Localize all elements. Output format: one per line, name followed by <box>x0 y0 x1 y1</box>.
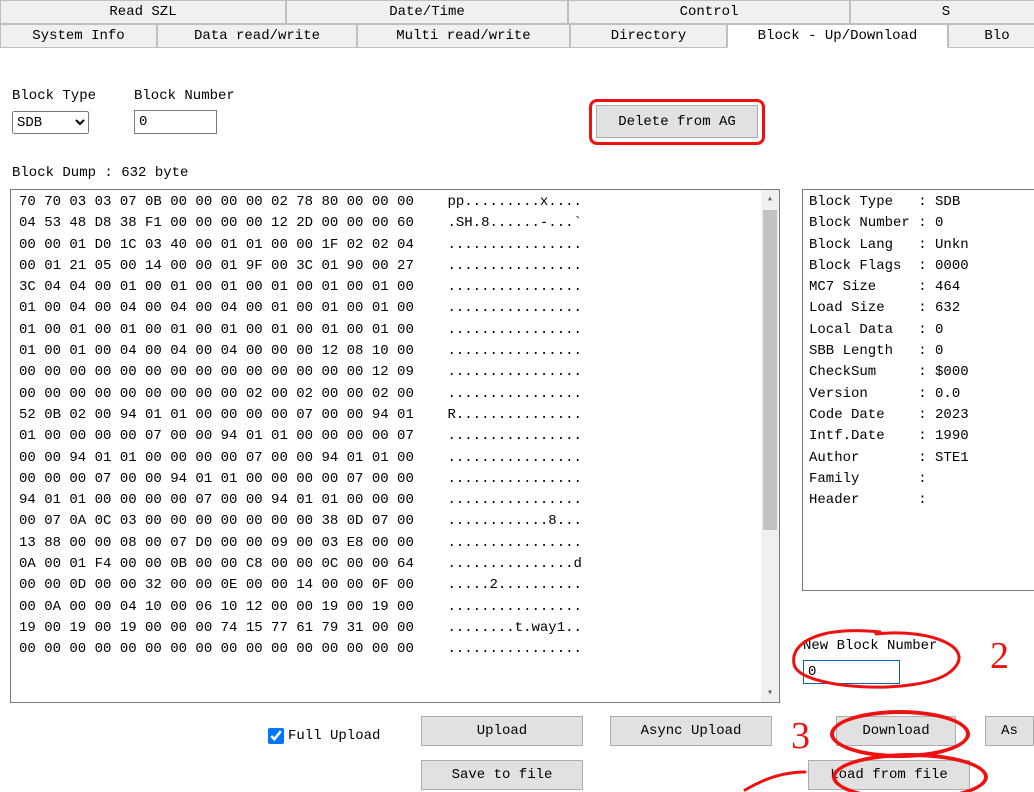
download-button[interactable]: Download <box>836 716 956 746</box>
label-block-type: Block Type <box>12 88 96 104</box>
block-info-panel: Block Type : SDB Block Number : 0 Block … <box>802 189 1034 591</box>
async-download-button[interactable]: As <box>985 716 1034 746</box>
tabs-row-lower: System InfoData read/writeMulti read/wri… <box>0 24 1034 48</box>
annotation-curve <box>740 770 810 792</box>
load-from-file-button[interactable]: Load from file <box>808 760 970 790</box>
async-upload-button[interactable]: Async Upload <box>610 716 772 746</box>
label-block-number: Block Number <box>134 88 235 104</box>
tab-blo[interactable]: Blo <box>948 24 1034 48</box>
annotation-number-2: 2 <box>990 634 1009 678</box>
tab-system-info[interactable]: System Info <box>0 24 157 48</box>
tab-data-read-write[interactable]: Data read/write <box>157 24 357 48</box>
full-upload-checkbox-input[interactable] <box>268 728 284 744</box>
scroll-thumb[interactable] <box>763 210 777 530</box>
delete-from-ag-button[interactable]: Delete from AG <box>596 105 758 138</box>
annotation-number-3: 3 <box>791 714 810 758</box>
scroll-up-arrow-icon[interactable]: ▴ <box>761 190 779 208</box>
tab-directory[interactable]: Directory <box>570 24 727 48</box>
tab-s[interactable]: S <box>850 0 1034 24</box>
tab-multi-read-write[interactable]: Multi read/write <box>357 24 570 48</box>
hex-dump-panel: 70 70 03 03 07 0B 00 00 00 00 02 78 80 0… <box>10 189 780 703</box>
tab-date-time[interactable]: Date/Time <box>286 0 568 24</box>
full-upload-label: Full Upload <box>288 728 380 744</box>
block-info-text: Block Type : SDB Block Number : 0 Block … <box>803 190 1034 513</box>
hex-dump-text: 70 70 03 03 07 0B 00 00 00 00 02 78 80 0… <box>11 190 779 663</box>
tabs-row-upper: Read SZLDate/TimeControlS <box>0 0 1034 24</box>
save-to-file-button[interactable]: Save to file <box>421 760 583 790</box>
upload-button[interactable]: Upload <box>421 716 583 746</box>
label-block-dump: Block Dump : 632 byte <box>12 165 188 181</box>
label-new-block-number: New Block Number <box>803 638 937 654</box>
new-block-number-input[interactable] <box>803 660 900 684</box>
scrollbar[interactable]: ▴ ▾ <box>761 190 779 702</box>
block-type-select[interactable]: SDB <box>12 111 89 134</box>
tab-block-up-download[interactable]: Block - Up/Download <box>727 24 948 48</box>
tab-control[interactable]: Control <box>568 0 850 24</box>
tab-read-szl[interactable]: Read SZL <box>0 0 286 24</box>
scroll-down-arrow-icon[interactable]: ▾ <box>761 684 779 702</box>
block-number-input[interactable] <box>134 110 217 134</box>
full-upload-checkbox[interactable]: Full Upload <box>264 725 380 747</box>
